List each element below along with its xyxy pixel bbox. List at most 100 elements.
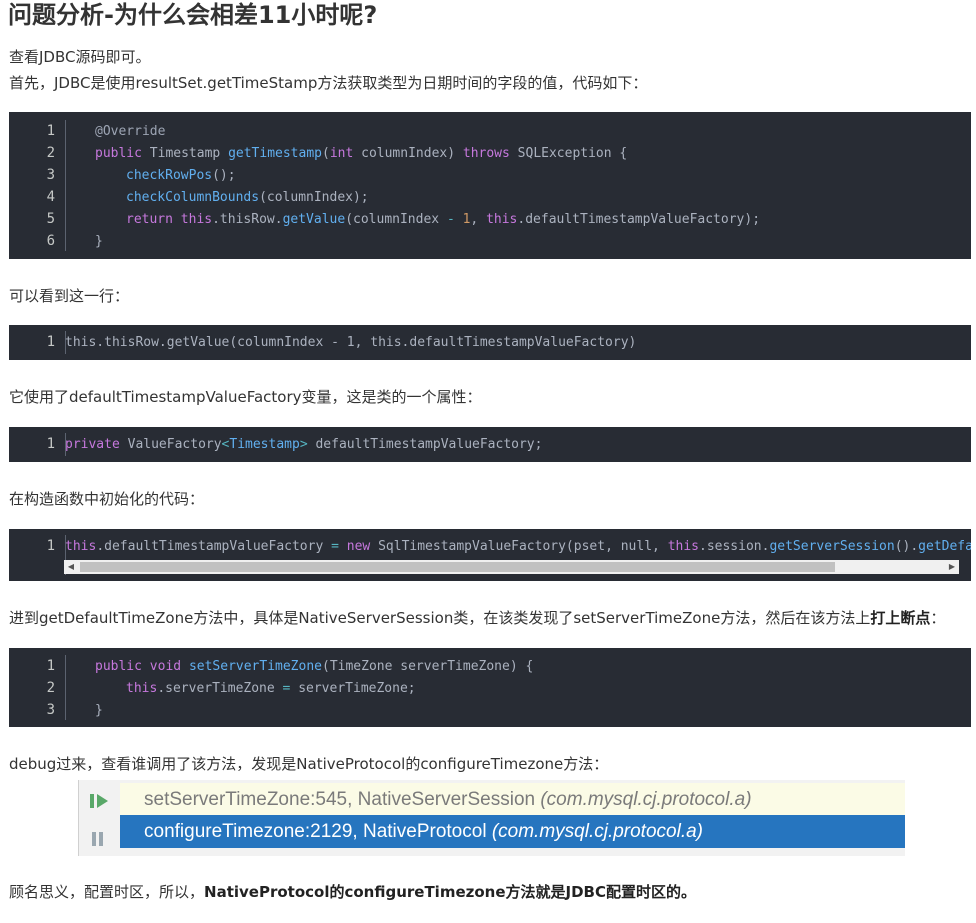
line-number: 6 — [46, 233, 55, 249]
function-token: getDefa — [918, 539, 971, 554]
line-number-gutter: 1 2 3 4 5 6 — [9, 112, 63, 259]
keyword-token: this — [486, 212, 518, 227]
code-token: ValueFactory — [119, 437, 222, 452]
paragraph-text: ： — [930, 609, 946, 627]
code-line: checkColumnBounds(columnIndex); — [126, 190, 369, 205]
keyword-token: public — [95, 659, 142, 674]
line-number: 2 — [46, 680, 55, 696]
paragraph-text-7: 顾名思义，配置时区，所以，NativeProtocol的configureTim… — [9, 880, 696, 905]
code-block-constructor: 1 this.defaultTimestampValueFactory = ne… — [9, 529, 971, 581]
code-token: Timestamp — [141, 146, 229, 161]
function-token: getServerSession — [769, 539, 895, 554]
line-number: 1 — [46, 334, 55, 350]
scroll-right-icon[interactable]: ▶ — [945, 560, 959, 574]
frame-package: (com.mysql.cj.protocol.a) — [540, 789, 752, 810]
keyword-token: this — [126, 681, 158, 696]
code-token: .session. — [699, 539, 770, 554]
paragraph-text-2: 可以看到这一行： — [9, 287, 130, 305]
keyword-token: return — [126, 212, 173, 227]
gutter-divider — [65, 655, 66, 720]
code-token: , — [470, 212, 487, 227]
code-block-field: 1 private ValueFactory<Timestamp> defaul… — [9, 427, 971, 462]
type-token: Timestamp — [229, 437, 300, 452]
code-token: (columnIndex — [345, 212, 447, 227]
line-number: 3 — [46, 167, 55, 183]
function-token: checkColumnBounds — [126, 190, 260, 205]
scrollbar-thumb[interactable] — [80, 562, 835, 572]
paragraph-text-3: 它使用了defaultTimestampValueFactory变量，这是类的一… — [9, 388, 482, 406]
code-line: this.serverTimeZone = serverTimeZone; — [126, 681, 416, 696]
keyword-token: this — [65, 539, 97, 554]
function-token: checkRowPos — [126, 168, 213, 183]
code-token: } — [95, 703, 103, 718]
pause-program-icon[interactable] — [91, 830, 105, 848]
function-token: setServerTimeZone — [188, 659, 322, 674]
gutter-divider — [65, 120, 66, 251]
code-token: (); — [212, 168, 236, 183]
stack-frame-selected[interactable]: configureTimezone:2129, NativeProtocol (… — [120, 815, 905, 848]
bold-text: 打上断点 — [870, 609, 931, 627]
code-token: SQLException { — [509, 146, 628, 161]
code-line: } — [95, 703, 103, 718]
operator-token: - — [446, 212, 455, 227]
line-number: 1 — [46, 538, 55, 554]
line-number: 3 — [46, 702, 55, 718]
line-number-gutter: 1 2 3 — [9, 648, 63, 727]
operator-token: = — [331, 539, 339, 554]
keyword-token: int — [329, 146, 354, 161]
page-title: 问题分析-为什么会相差11小时呢? — [8, 1, 378, 29]
line-number-gutter: 1 — [9, 427, 63, 462]
code-block-getvalue: 1 this.thisRow.getValue(columnIndex - 1,… — [9, 325, 971, 360]
frame-package: (com.mysql.cj.protocol.a) — [491, 821, 703, 842]
stack-frame[interactable]: setServerTimeZone:545, NativeServerSessi… — [120, 783, 905, 816]
code-token: (). — [894, 539, 919, 554]
keyword-token: public — [95, 146, 142, 161]
code-token: columnIndex) — [353, 146, 463, 161]
keyword-token: this — [180, 212, 213, 227]
scroll-left-icon[interactable]: ◀ — [64, 560, 78, 574]
code-line: this.thisRow.getValue(columnIndex - 1, t… — [65, 335, 637, 350]
keyword-token: new — [346, 539, 371, 554]
keyword-token: void — [149, 659, 182, 674]
frame-method: configureTimezone:2129, NativeProtocol — [144, 821, 492, 842]
code-block-gettimestamp: 1 2 3 4 5 6 @Override public Timestamp g… — [9, 112, 971, 259]
keyword-token: throws — [462, 146, 510, 161]
code-line: public Timestamp getTimestamp(int column… — [95, 146, 627, 161]
paragraph-text: 进到getDefaultTimeZone方法中，具体是NativeServerS… — [9, 609, 871, 627]
horizontal-scrollbar[interactable]: ◀ ▶ — [64, 560, 959, 574]
code-token: serverTimeZone; — [290, 681, 416, 696]
resume-program-icon[interactable] — [89, 792, 109, 810]
paragraph-text-4: 在构造函数中初始化的代码： — [9, 490, 205, 508]
code-token: (TimeZone serverTimeZone) { — [322, 659, 534, 674]
line-number-gutter: 1 — [9, 529, 63, 581]
function-token: getTimestamp — [228, 146, 322, 161]
code-token: defaultTimestampValueFactory; — [307, 437, 543, 452]
line-number: 1 — [46, 658, 55, 674]
code-token: .thisRow. — [212, 212, 283, 227]
code-block-setservertimezone: 1 2 3 public void setServerTimeZone(Time… — [9, 648, 971, 727]
paragraph-text-5: 进到getDefaultTimeZone方法中，具体是NativeServerS… — [9, 606, 945, 631]
line-number: 4 — [46, 189, 55, 205]
code-token: (columnIndex); — [259, 190, 369, 205]
code-token: .defaultTimestampValueFactory — [96, 539, 332, 554]
code-line: public void setServerTimeZone(TimeZone s… — [95, 659, 533, 674]
debugger-frames-panel: setServerTimeZone:545, NativeServerSessi… — [78, 780, 905, 856]
code-line: return this.thisRow.getValue(columnIndex… — [126, 212, 760, 227]
intro-line-1: 查看JDBC源码即可。 — [9, 48, 151, 66]
code-line: @Override — [95, 124, 165, 139]
intro-line-2: 首先，JDBC是使用resultSet.getTimeStamp方法获取类型为日… — [9, 74, 648, 92]
code-line: checkRowPos(); — [126, 168, 236, 183]
annotation-token: @Override — [95, 124, 166, 139]
keyword-token: this — [667, 539, 699, 554]
bold-text: NativeProtocol的configureTimezone方法就是JDBC… — [204, 883, 696, 901]
line-number: 1 — [46, 123, 55, 139]
paragraph-text: 顾名思义，配置时区，所以， — [9, 883, 205, 901]
code-line: } — [95, 234, 103, 249]
code-line: private ValueFactory<Timestamp> defaultT… — [65, 437, 542, 452]
keyword-token: private — [65, 437, 120, 452]
